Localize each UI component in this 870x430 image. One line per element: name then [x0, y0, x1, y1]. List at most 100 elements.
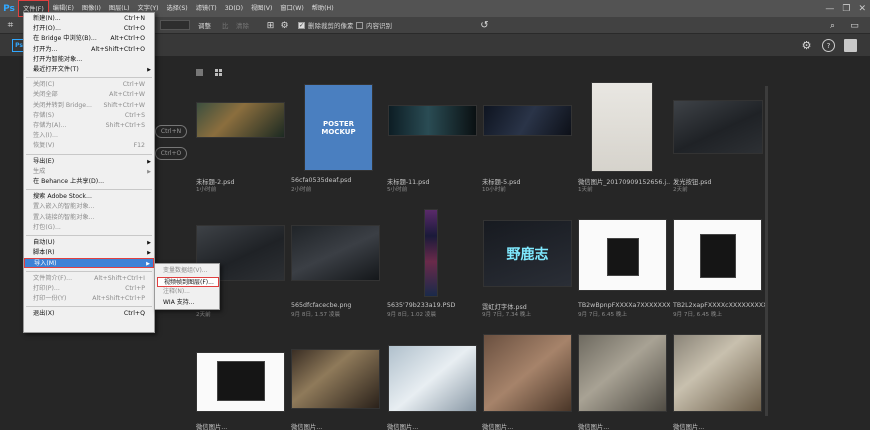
menu-item-label: 最近打开文件(T) [33, 66, 79, 73]
menu-item: 恢复(V) F12 [24, 141, 154, 151]
thumbnail-time: 2天前 [673, 187, 688, 193]
thumbnail-9[interactable] [424, 209, 438, 297]
menu-item: 存储为(A)... Shift+Ctrl+S [24, 121, 154, 131]
menu-item-label: 在 Bridge 中浏览(B)... [33, 35, 97, 43]
menu-item-label: 自动(U) [33, 239, 55, 246]
menu-item-shortcut: Alt+Shift+Ctrl+I [94, 274, 145, 282]
settings-icon[interactable]: ⚙ [800, 39, 813, 52]
thumbnail-caption: 56cfa0535deaf.psd [291, 177, 352, 184]
thumbnail-2[interactable]: POSTER MOCKUP [304, 84, 373, 171]
restore-button[interactable]: ❐ [842, 4, 850, 14]
thumbnail-time: 9月 7日, 7.34 晚上 [482, 312, 532, 318]
menu-item-label: 搜索 Adobe Stock... [33, 193, 92, 201]
thumbnail-11[interactable] [578, 219, 667, 291]
thumbnail-3[interactable] [388, 105, 477, 136]
gear-icon[interactable]: ⚙ [278, 19, 291, 32]
thumbnail-time: 9月 7日, 6.45 晚上 [673, 312, 723, 318]
scrollbar[interactable] [765, 86, 768, 416]
menu-item[interactable]: 搜索 Adobe Stock... [24, 192, 154, 202]
menu-select[interactable]: 选择(S) [163, 0, 192, 17]
menu-view[interactable]: 视图(V) [247, 0, 276, 17]
menu-item-label: 文件简介(F)... [33, 274, 73, 282]
menu-item[interactable]: 退出(X) Ctrl+Q [24, 309, 154, 319]
thumbnail-15[interactable] [388, 345, 477, 412]
user-avatar[interactable] [844, 39, 857, 52]
menu-window[interactable]: 窗口(W) [276, 0, 307, 17]
thumbnail-10[interactable]: 野鹿志 [483, 220, 572, 287]
thumbnail-caption: 5635'79b233a19.PSD [387, 302, 456, 309]
thumbnail-time: 9月 7日, 6.45 晚上 [578, 312, 628, 318]
menu-item[interactable]: 脚本(R) ▶ [24, 248, 154, 258]
menu-item[interactable]: 在 Behance 上共享(D)... [24, 177, 154, 187]
crop-tool-icon[interactable]: ⌗ [4, 19, 17, 32]
open-file-button[interactable]: Ctrl+O [155, 147, 187, 160]
thumbnail-caption: 微信图片... [387, 424, 419, 430]
thumbnail-8[interactable] [291, 225, 380, 281]
window-controls: — ❐ ✕ [825, 0, 866, 17]
thumbnail-5[interactable] [591, 82, 653, 172]
thumbnail-1[interactable] [196, 102, 285, 138]
menu-item[interactable]: 打开(O)... Ctrl+O [24, 24, 154, 34]
submenu-item[interactable]: 视频帧到图层(F)... [157, 276, 219, 287]
menu-3d[interactable]: 3D(D) [221, 0, 247, 17]
list-view-icon[interactable] [196, 69, 203, 76]
thumbnail-14[interactable] [291, 349, 380, 409]
submenu-item: 注释(N)... [163, 288, 190, 295]
menu-item-shortcut: Ctrl+W [122, 81, 145, 89]
menu-item[interactable]: 打开为... Alt+Shift+Ctrl+O [24, 45, 154, 55]
menu-item[interactable]: 最近打开文件(T) ▶ [24, 65, 154, 75]
thumbnail-18[interactable] [673, 334, 762, 412]
new-file-button[interactable]: Ctrl+N [155, 125, 187, 138]
menu-item-shortcut: Shift+Ctrl+S [105, 122, 145, 129]
thumbnail-caption: 微信图片... [196, 424, 228, 430]
ratio-field[interactable] [160, 20, 190, 30]
menu-filter[interactable]: 滤镜(T) [192, 0, 221, 17]
grid-overlay-icon[interactable]: ⊞ [264, 19, 277, 32]
submenu-arrow-icon: ▶ [147, 158, 151, 165]
wallet-image [700, 234, 736, 278]
menu-item-label: 关闭(C) [33, 81, 55, 89]
menu-separator [26, 189, 152, 191]
menu-item[interactable]: 导入(M) ▶ [24, 258, 154, 269]
delete-cropped-label: 删除裁剪的像素 [308, 22, 354, 30]
submenu-item[interactable]: WIA 支持... [157, 298, 219, 308]
thumbnail-6[interactable] [673, 100, 763, 154]
thumbnail-17[interactable] [578, 334, 667, 412]
workspace-icon[interactable]: ▭ [848, 19, 861, 32]
menu-item[interactable]: 导出(E) ▶ [24, 157, 154, 167]
reset-icon[interactable]: ↺ [478, 19, 491, 32]
submenu-arrow-icon: ▶ [147, 168, 151, 175]
thumbnail-13[interactable] [196, 352, 285, 412]
menu-item[interactable]: 自动(U) ▶ [24, 238, 154, 248]
menu-help[interactable]: 帮助(H) [308, 0, 338, 17]
menu-item: 置入链接的智能对象... [24, 213, 154, 223]
minimize-button[interactable]: — [825, 4, 834, 14]
menu-item-label: 恢复(V) [33, 142, 55, 150]
wallet-image [607, 238, 639, 276]
menu-item[interactable]: 在 Bridge 中浏览(B)... Alt+Ctrl+O [24, 34, 154, 44]
delete-cropped-option[interactable]: ✓ 删除裁剪的像素 [298, 20, 354, 30]
menu-item-shortcut: Ctrl+O [123, 25, 145, 33]
menu-item-shortcut: Alt+Ctrl+O [110, 35, 145, 43]
search-icon[interactable]: ⌕ [826, 19, 839, 32]
thumbnail-16[interactable] [483, 334, 572, 412]
close-button[interactable]: ✕ [858, 4, 866, 14]
content-aware-checkbox[interactable] [356, 21, 363, 29]
menu-item: 生成 ▶ [24, 167, 154, 177]
help-icon[interactable]: ? [822, 39, 835, 52]
menu-item-shortcut: Alt+Ctrl+W [109, 91, 145, 99]
thumbnail-caption: 微信图片... [482, 424, 514, 430]
submenu-arrow-icon: ▶ [146, 261, 150, 268]
menu-item[interactable]: 新建(N)... Ctrl+N [24, 14, 154, 24]
menu-item-shortcut: Ctrl+S [124, 111, 145, 119]
grid-view-icon[interactable] [215, 69, 222, 76]
thumbnail-12[interactable] [673, 219, 762, 291]
content-aware-option[interactable]: 内容识别 [356, 20, 392, 30]
menu-item-label: 在 Behance 上共享(D)... [33, 178, 105, 185]
menu-item-label: 存储(S) [33, 111, 55, 119]
menu-item: 置入嵌入的智能对象... [24, 202, 154, 212]
menu-item[interactable]: 打开为智能对象... [24, 55, 154, 65]
thumbnail-4[interactable] [483, 105, 572, 136]
menu-item: 文件简介(F)... Alt+Shift+Ctrl+I [24, 274, 154, 284]
delete-cropped-checkbox[interactable]: ✓ [298, 21, 305, 29]
